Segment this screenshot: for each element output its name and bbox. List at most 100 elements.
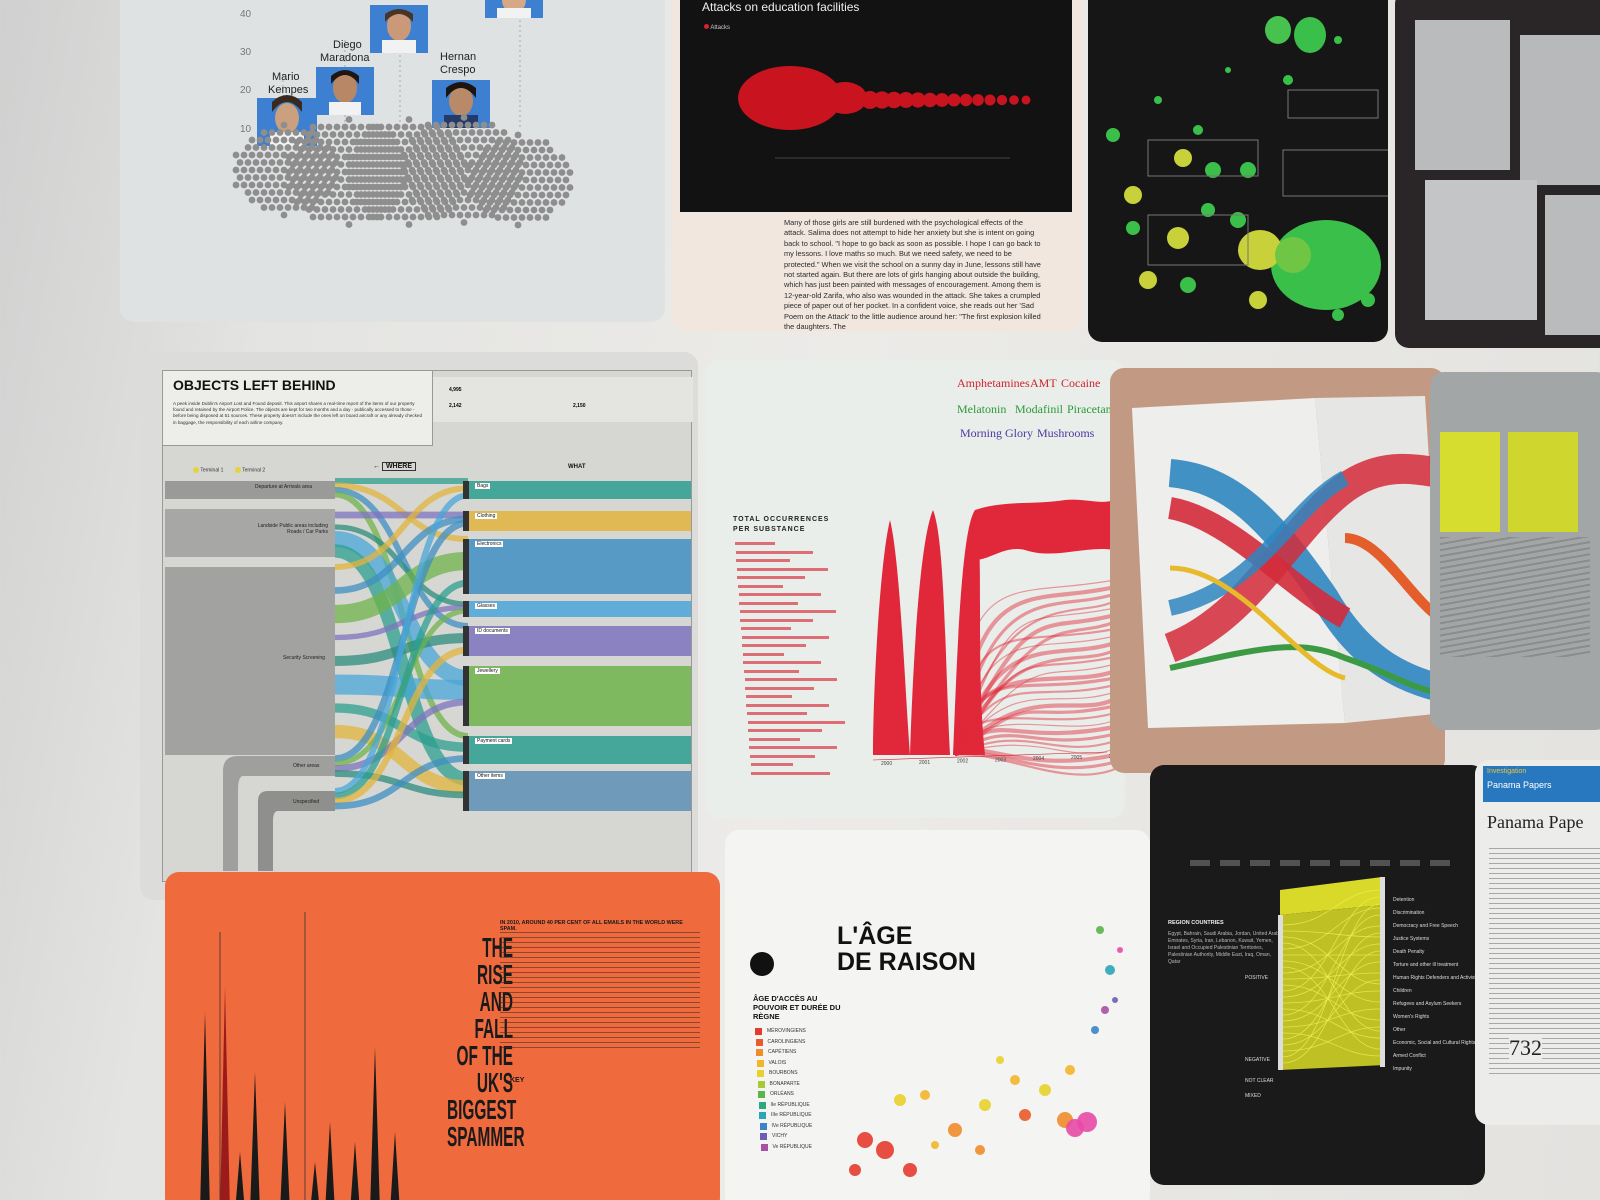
player-dot [337, 161, 345, 168]
player-dot [381, 146, 389, 153]
card-age-raison[interactable]: L'ÂGE DE RAISON ÂGE D'ACCÈS AU POUVOIR E… [725, 830, 1150, 1200]
player-dot [313, 206, 321, 213]
player-dot [260, 159, 268, 166]
sankey-node [463, 626, 469, 656]
player-dot [432, 121, 440, 129]
player-dot [526, 214, 534, 221]
player-dot [309, 123, 317, 131]
title-line: SPAMMER [447, 1121, 525, 1152]
player-dot [341, 123, 349, 131]
player-dot [337, 131, 345, 138]
alluvial-right-label: Human Rights Defenders and Activists [1393, 975, 1479, 981]
player-dot [232, 151, 240, 159]
player-dot [474, 176, 482, 184]
player-dot [412, 159, 420, 166]
player-dot [284, 144, 292, 151]
frame-panel [1520, 35, 1600, 185]
player-dot [317, 153, 325, 161]
player-dot [530, 146, 538, 154]
player-dot [514, 161, 522, 169]
player-dot [337, 176, 345, 183]
player-name: Hernan [440, 51, 476, 63]
player-dot [337, 206, 345, 213]
card-footballers[interactable]: 40 30 20 10 Mario Kempes Diego Maradona … [120, 0, 665, 322]
player-dot [377, 123, 385, 131]
player-dot [272, 196, 280, 204]
player-dot [518, 154, 526, 161]
spam-spike [220, 987, 230, 1200]
player-dot [420, 189, 428, 196]
player-dot [337, 191, 345, 198]
card-substances[interactable]: Amphetamines AMT Cocaine Melatonin Modaf… [705, 360, 1125, 818]
panama-big-number: 732 [1509, 1035, 1542, 1061]
player-dot [260, 129, 268, 136]
player-dot [345, 116, 353, 123]
attacks-bubble-chart [738, 66, 1031, 159]
card-objects-left-behind[interactable]: OBJECTS LEFT BEHIND A peek inside Dublin… [140, 352, 698, 900]
player-dot [546, 146, 554, 154]
spam-spike [280, 1102, 290, 1200]
player-dot [480, 121, 488, 129]
card-dark-frames[interactable] [1395, 0, 1600, 348]
player-dot [389, 176, 397, 183]
player-dot [276, 129, 284, 136]
player-dot [440, 196, 448, 204]
card-book-photo[interactable] [1110, 368, 1445, 773]
player-dot [440, 181, 448, 189]
player-dot [317, 183, 325, 191]
panama-kicker: Investigation [1487, 768, 1527, 775]
player-dot [373, 131, 381, 138]
reign-dot [996, 1056, 1004, 1064]
player-dot [232, 166, 240, 174]
player-dot [260, 189, 268, 196]
player-dot [420, 174, 428, 181]
player-dot [456, 196, 464, 204]
player-dot [490, 146, 498, 154]
player-dot [264, 196, 272, 204]
player-dot [518, 184, 526, 191]
player-dot [349, 176, 357, 183]
player-dot [490, 206, 498, 214]
player-dot [554, 161, 562, 169]
year-tick: 2000 [881, 761, 892, 767]
player-dot [436, 189, 444, 196]
player-dot [317, 198, 325, 206]
spam-spike [236, 1152, 244, 1200]
player-dot [514, 146, 522, 154]
player-dot [377, 153, 385, 161]
card-panama[interactable]: Investigation Panama Papers Panama Pape … [1475, 760, 1600, 1125]
card-yellow-gray[interactable] [1430, 372, 1600, 730]
player-dot [506, 161, 514, 169]
player-dot [490, 161, 498, 169]
player-dot [452, 174, 460, 181]
player-dot [305, 176, 313, 183]
footballer-chart: 40 30 20 10 Mario Kempes Diego Maradona … [232, 0, 574, 229]
player-dot [494, 184, 502, 191]
player-dot [276, 159, 284, 166]
player-dot [460, 219, 468, 226]
player-dot [393, 138, 401, 146]
player-dot [248, 181, 256, 189]
card-green-bubbles[interactable] [1088, 0, 1388, 342]
player-dot [377, 138, 385, 146]
player-dot [482, 191, 490, 199]
card-spammer[interactable]: THE RISE AND FALL OF THE UK'S BIGGEST SP… [165, 872, 720, 1200]
category-band [469, 666, 691, 726]
player-dot [424, 181, 432, 189]
player-dot [452, 129, 460, 136]
reign-dot [979, 1099, 991, 1111]
player-dot [385, 153, 393, 161]
player-dot [456, 151, 464, 159]
player-dot [313, 176, 321, 183]
card-attacks[interactable]: Attacks on education facilities Attacks … [672, 0, 1082, 332]
player-dot [562, 191, 570, 199]
player-dot [252, 144, 260, 151]
attacks-paragraph: Many of those girls are still burdened w… [784, 218, 1041, 332]
player-dot [389, 206, 397, 213]
player-dot [404, 174, 412, 181]
player-dot [518, 169, 526, 176]
card-dark-alluvial[interactable]: REGION COUNTRIES Egypt, Bahrain, Saudi A… [1150, 765, 1485, 1185]
player-dot [514, 131, 522, 139]
player-dot [309, 213, 317, 221]
attack-dot [947, 93, 961, 107]
